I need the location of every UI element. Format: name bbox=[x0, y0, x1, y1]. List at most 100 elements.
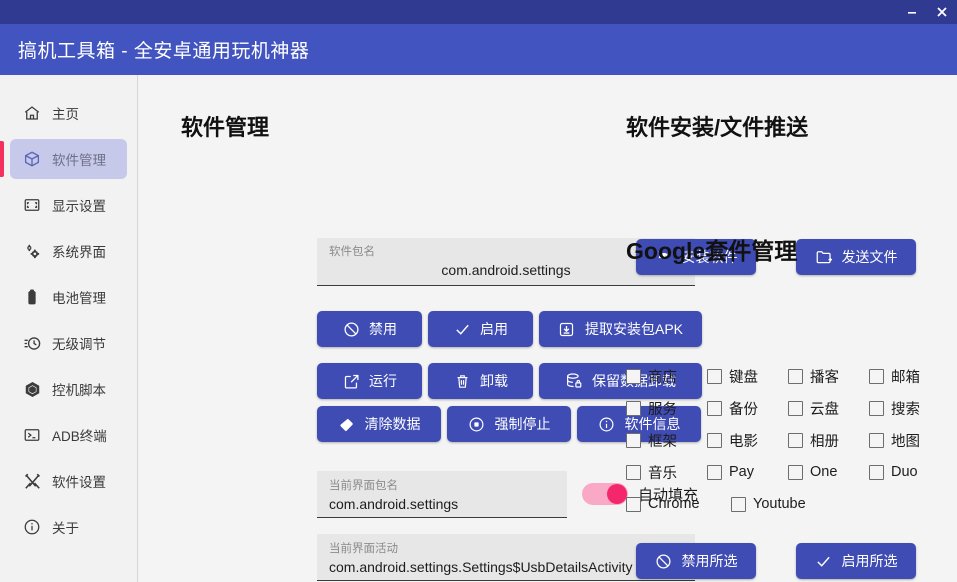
checkbox-box[interactable] bbox=[626, 368, 641, 384]
checkbox-drive[interactable]: 云盘 bbox=[788, 398, 869, 419]
checkbox-framework[interactable]: 框架 bbox=[626, 430, 707, 451]
checkbox-backup[interactable]: 备份 bbox=[707, 398, 788, 419]
checkbox-store[interactable]: 商店 bbox=[626, 366, 707, 387]
sidebar-item-about[interactable]: 关于 bbox=[10, 507, 127, 547]
checkbox-box[interactable] bbox=[707, 400, 722, 416]
disable-selected-button[interactable]: 禁用所选 bbox=[636, 543, 756, 579]
checkbox-label: Pay bbox=[729, 464, 754, 480]
checkbox-label: 商店 bbox=[648, 369, 677, 386]
enable-selected-button[interactable]: 启用所选 bbox=[796, 543, 916, 579]
current-package-value: com.android.settings bbox=[329, 496, 459, 512]
uninstall-button[interactable]: 卸载 bbox=[428, 363, 533, 399]
checkbox-box[interactable] bbox=[626, 400, 641, 416]
checkbox-chrome[interactable]: Chrome bbox=[626, 496, 731, 512]
hexagon-icon bbox=[22, 379, 42, 399]
checkbox-music[interactable]: 音乐 bbox=[626, 462, 707, 483]
checkbox-box[interactable] bbox=[707, 464, 722, 480]
check-icon bbox=[815, 552, 833, 570]
checkbox-label: 云盘 bbox=[810, 401, 839, 418]
checkbox-label: One bbox=[810, 464, 838, 480]
checkbox-photos[interactable]: 相册 bbox=[788, 430, 869, 451]
autofill-toggle-switch[interactable] bbox=[582, 483, 628, 505]
checkbox-box[interactable] bbox=[788, 464, 803, 480]
disable-button[interactable]: 禁用 bbox=[317, 311, 422, 347]
sidebar-item-stepless-adjust[interactable]: 无级调节 bbox=[10, 323, 127, 363]
checkbox-label: Chrome bbox=[648, 496, 700, 512]
folder-plus-icon bbox=[815, 248, 833, 266]
sidebar-item-label: 关于 bbox=[52, 521, 79, 536]
checkbox-box[interactable] bbox=[869, 464, 884, 480]
checkbox-box[interactable] bbox=[788, 432, 803, 448]
checkbox-box[interactable] bbox=[869, 368, 884, 384]
extract-apk-button[interactable]: 提取安装包APK bbox=[539, 311, 702, 347]
sidebar-item-home[interactable]: 主页 bbox=[10, 93, 127, 133]
sidebar-item-adb-terminal[interactable]: ADB终端 bbox=[10, 415, 127, 455]
checkbox-box[interactable] bbox=[707, 368, 722, 384]
stop-circle-icon bbox=[468, 415, 486, 433]
sidebar-item-label: 软件管理 bbox=[52, 153, 106, 168]
sidebar-item-label: 电池管理 bbox=[52, 291, 106, 306]
checkbox-box[interactable] bbox=[869, 400, 884, 416]
checkbox-youtube[interactable]: Youtube bbox=[731, 496, 851, 512]
display-icon bbox=[22, 195, 42, 215]
checkbox-label: 电影 bbox=[729, 433, 758, 450]
run-button[interactable]: 运行 bbox=[317, 363, 422, 399]
checkbox-box[interactable] bbox=[788, 368, 803, 384]
main-content: 软件管理 软件包名 com.android.settings 禁用 启用 提取安… bbox=[139, 75, 957, 582]
checkbox-box[interactable] bbox=[626, 432, 641, 448]
toggle-knob bbox=[607, 484, 627, 504]
titlebar bbox=[0, 0, 957, 24]
checkbox-label: Youtube bbox=[753, 496, 806, 512]
sidebar-item-control-script[interactable]: 控机脚本 bbox=[10, 369, 127, 409]
current-package-label: 当前界面包名 bbox=[329, 480, 398, 492]
app-window: 搞机工具箱 - 全安卓通用玩机神器 主页 软件管理 显示设置 系统界面 电池管理… bbox=[0, 0, 957, 582]
checkbox-movies[interactable]: 电影 bbox=[707, 430, 788, 451]
install-push-title: 软件安装/文件推送 bbox=[626, 115, 809, 140]
sidebar-item-battery[interactable]: 电池管理 bbox=[10, 277, 127, 317]
history-icon bbox=[22, 333, 42, 353]
sidebar-item-label: 控机脚本 bbox=[52, 383, 106, 398]
checkbox-box[interactable] bbox=[626, 496, 641, 512]
button-label: 运行 bbox=[369, 373, 397, 389]
google-suite-title: Google套件管理 bbox=[626, 238, 798, 264]
checkbox-one[interactable]: One bbox=[788, 464, 869, 480]
sidebar-item-app-management[interactable]: 软件管理 bbox=[0, 139, 127, 179]
button-label: 禁用 bbox=[369, 321, 397, 337]
checkbox-search[interactable]: 搜索 bbox=[869, 398, 950, 419]
checkbox-label: 键盘 bbox=[729, 369, 758, 386]
download-box-icon bbox=[558, 320, 576, 338]
checkbox-keyboard[interactable]: 键盘 bbox=[707, 366, 788, 387]
sidebar-item-label: 无级调节 bbox=[52, 337, 106, 352]
button-label: 提取安装包APK bbox=[584, 321, 683, 337]
sidebar-item-app-settings[interactable]: 软件设置 bbox=[10, 461, 127, 501]
checkbox-pay[interactable]: Pay bbox=[707, 464, 788, 480]
current-package-input[interactable]: 当前界面包名 com.android.settings bbox=[317, 471, 567, 518]
checkbox-box[interactable] bbox=[731, 496, 746, 512]
checkbox-box[interactable] bbox=[869, 432, 884, 448]
checkbox-box[interactable] bbox=[707, 432, 722, 448]
app-management-title: 软件管理 bbox=[181, 115, 270, 140]
checkbox-mail[interactable]: 邮箱 bbox=[869, 366, 950, 387]
send-file-button[interactable]: 发送文件 bbox=[796, 239, 916, 275]
clear-data-button[interactable]: 清除数据 bbox=[317, 406, 441, 442]
battery-icon bbox=[22, 287, 42, 307]
google-suite-checkbox-grid: 商店 键盘 播客 邮箱 服务 备份 云盘 搜索 框架 电影 相册 地图 音乐 P… bbox=[626, 360, 957, 520]
info-icon bbox=[22, 517, 42, 537]
checkbox-label: 播客 bbox=[810, 369, 839, 386]
checkbox-podcast[interactable]: 播客 bbox=[788, 366, 869, 387]
check-icon bbox=[453, 320, 471, 338]
close-button[interactable] bbox=[927, 0, 957, 24]
minimize-button[interactable] bbox=[897, 0, 927, 24]
checkbox-duo[interactable]: Duo bbox=[869, 464, 950, 480]
sidebar-item-display-settings[interactable]: 显示设置 bbox=[10, 185, 127, 225]
eraser-icon bbox=[338, 415, 356, 433]
terminal-icon bbox=[22, 425, 42, 445]
checkbox-box[interactable] bbox=[788, 400, 803, 416]
checkbox-services[interactable]: 服务 bbox=[626, 398, 707, 419]
enable-button[interactable]: 启用 bbox=[428, 311, 533, 347]
checkbox-maps[interactable]: 地图 bbox=[869, 430, 950, 451]
sidebar-item-system-ui[interactable]: 系统界面 bbox=[10, 231, 127, 271]
checkbox-box[interactable] bbox=[626, 464, 641, 480]
force-stop-button[interactable]: 强制停止 bbox=[447, 406, 571, 442]
sidebar-item-label: 显示设置 bbox=[52, 199, 106, 214]
